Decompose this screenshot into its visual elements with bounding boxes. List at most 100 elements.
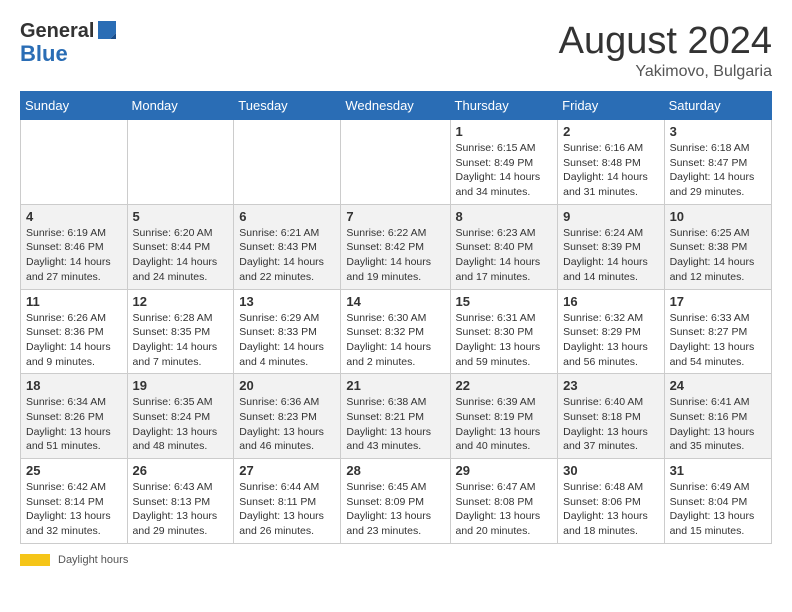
day-number: 9 — [563, 209, 658, 224]
daylight-label: Daylight hours — [58, 554, 128, 566]
day-info: Sunrise: 6:39 AMSunset: 8:19 PMDaylight:… — [456, 395, 553, 454]
day-number: 25 — [26, 463, 122, 478]
day-info: Sunrise: 6:44 AMSunset: 8:11 PMDaylight:… — [239, 480, 335, 539]
day-header-row: SundayMondayTuesdayWednesdayThursdayFrid… — [21, 92, 772, 120]
day-header-monday: Monday — [127, 92, 234, 120]
day-info: Sunrise: 6:32 AMSunset: 8:29 PMDaylight:… — [563, 311, 658, 370]
logo-row: General — [20, 20, 118, 43]
day-info: Sunrise: 6:15 AMSunset: 8:49 PMDaylight:… — [456, 141, 553, 200]
day-number: 15 — [456, 294, 553, 309]
calendar-cell — [127, 120, 234, 205]
day-number: 29 — [456, 463, 553, 478]
calendar-cell: 4Sunrise: 6:19 AMSunset: 8:46 PMDaylight… — [21, 204, 128, 289]
calendar-cell: 22 Sunrise: 6:39 AMSunset: 8:19 PMDayligh… — [450, 374, 558, 459]
calendar-cell: 31 Sunrise: 6:49 AMSunset: 8:04 PMDayligh… — [664, 459, 771, 544]
calendar-cell: 19Sunrise: 6:35 AMSunset: 8:24 PMDayligh… — [127, 374, 234, 459]
calendar-cell: 1Sunrise: 6:15 AMSunset: 8:49 PMDaylight… — [450, 120, 558, 205]
calendar-cell — [341, 120, 450, 205]
logo: General Blue — [20, 20, 118, 67]
day-info: Sunrise: 6:42 AMSunset: 8:14 PMDaylight:… — [26, 480, 122, 539]
calendar-cell: 6Sunrise: 6:21 AMSunset: 8:43 PMDaylight… — [234, 204, 341, 289]
calendar-cell: 8 Sunrise: 6:23 AMSunset: 8:40 PMDaylight… — [450, 204, 558, 289]
day-number: 17 — [670, 294, 766, 309]
calendar-cell: 12 Sunrise: 6:28 AMSunset: 8:35 PMDayligh… — [127, 289, 234, 374]
day-info: Sunrise: 6:21 AMSunset: 8:43 PMDaylight:… — [239, 226, 335, 285]
day-info: Sunrise: 6:16 AMSunset: 8:48 PMDaylight:… — [563, 141, 658, 200]
day-number: 21 — [346, 378, 444, 393]
day-info: Sunrise: 6:23 AMSunset: 8:40 PMDaylight:… — [456, 226, 553, 285]
calendar-cell: 14 Sunrise: 6:30 AMSunset: 8:32 PMDayligh… — [341, 289, 450, 374]
day-info: Sunrise: 6:43 AMSunset: 8:13 PMDaylight:… — [133, 480, 229, 539]
day-number: 4 — [26, 209, 122, 224]
calendar-cell: 2Sunrise: 6:16 AMSunset: 8:48 PMDaylight… — [558, 120, 664, 205]
day-info: Sunrise: 6:18 AMSunset: 8:47 PMDaylight:… — [670, 141, 766, 200]
calendar-cell: 28 Sunrise: 6:45 AMSunset: 8:09 PMDayligh… — [341, 459, 450, 544]
calendar-cell: 21Sunrise: 6:38 AMSunset: 8:21 PMDayligh… — [341, 374, 450, 459]
calendar-cell: 27Sunrise: 6:44 AMSunset: 8:11 PMDayligh… — [234, 459, 341, 544]
day-header-friday: Friday — [558, 92, 664, 120]
day-info: Sunrise: 6:45 AMSunset: 8:09 PMDaylight:… — [346, 480, 444, 539]
calendar-cell: 10Sunrise: 6:25 AMSunset: 8:38 PMDayligh… — [664, 204, 771, 289]
day-info: Sunrise: 6:24 AMSunset: 8:39 PMDaylight:… — [563, 226, 658, 285]
day-info: Sunrise: 6:30 AMSunset: 8:32 PMDaylight:… — [346, 311, 444, 370]
day-info: Sunrise: 6:41 AMSunset: 8:16 PMDaylight:… — [670, 395, 766, 454]
day-header-sunday: Sunday — [21, 92, 128, 120]
day-info: Sunrise: 6:29 AMSunset: 8:33 PMDaylight:… — [239, 311, 335, 370]
week-row-3: 18 Sunrise: 6:34 AMSunset: 8:26 PMDayligh… — [21, 374, 772, 459]
day-number: 24 — [670, 378, 766, 393]
day-header-wednesday: Wednesday — [341, 92, 450, 120]
day-header-saturday: Saturday — [664, 92, 771, 120]
logo-general-text: General — [20, 20, 94, 43]
calendar-cell: 18 Sunrise: 6:34 AMSunset: 8:26 PMDayligh… — [21, 374, 128, 459]
day-number: 31 — [670, 463, 766, 478]
day-number: 26 — [133, 463, 229, 478]
day-number: 30 — [563, 463, 658, 478]
calendar-cell: 24 Sunrise: 6:41 AMSunset: 8:16 PMDayligh… — [664, 374, 771, 459]
day-number: 8 — [456, 209, 553, 224]
calendar-cell: 16Sunrise: 6:32 AMSunset: 8:29 PMDayligh… — [558, 289, 664, 374]
daylight-bar-icon — [20, 554, 50, 566]
calendar-cell: 5 Sunrise: 6:20 AMSunset: 8:44 PMDaylight… — [127, 204, 234, 289]
calendar-cell: 11 Sunrise: 6:26 AMSunset: 8:36 PMDayligh… — [21, 289, 128, 374]
day-header-tuesday: Tuesday — [234, 92, 341, 120]
logo-icon — [96, 19, 118, 41]
day-info: Sunrise: 6:28 AMSunset: 8:35 PMDaylight:… — [133, 311, 229, 370]
day-info: Sunrise: 6:34 AMSunset: 8:26 PMDaylight:… — [26, 395, 122, 454]
day-info: Sunrise: 6:47 AMSunset: 8:08 PMDaylight:… — [456, 480, 553, 539]
day-number: 11 — [26, 294, 122, 309]
day-info: Sunrise: 6:26 AMSunset: 8:36 PMDaylight:… — [26, 311, 122, 370]
calendar-cell — [21, 120, 128, 205]
day-info: Sunrise: 6:33 AMSunset: 8:27 PMDaylight:… — [670, 311, 766, 370]
logo-blue-text: Blue — [20, 41, 68, 67]
day-number: 28 — [346, 463, 444, 478]
day-number: 22 — [456, 378, 553, 393]
day-number: 13 — [239, 294, 335, 309]
day-info: Sunrise: 6:35 AMSunset: 8:24 PMDaylight:… — [133, 395, 229, 454]
calendar-cell: 13 Sunrise: 6:29 AMSunset: 8:33 PMDayligh… — [234, 289, 341, 374]
calendar-cell: 26 Sunrise: 6:43 AMSunset: 8:13 PMDayligh… — [127, 459, 234, 544]
location-subtitle: Yakimovo, Bulgaria — [559, 63, 772, 81]
day-number: 12 — [133, 294, 229, 309]
day-number: 5 — [133, 209, 229, 224]
day-number: 20 — [239, 378, 335, 393]
day-info: Sunrise: 6:25 AMSunset: 8:38 PMDaylight:… — [670, 226, 766, 285]
calendar-cell: 25 Sunrise: 6:42 AMSunset: 8:14 PMDayligh… — [21, 459, 128, 544]
footer: Daylight hours — [20, 554, 772, 566]
day-header-thursday: Thursday — [450, 92, 558, 120]
day-info: Sunrise: 6:36 AMSunset: 8:23 PMDaylight:… — [239, 395, 335, 454]
calendar-cell — [234, 120, 341, 205]
day-info: Sunrise: 6:20 AMSunset: 8:44 PMDaylight:… — [133, 226, 229, 285]
day-number: 14 — [346, 294, 444, 309]
day-info: Sunrise: 6:48 AMSunset: 8:06 PMDaylight:… — [563, 480, 658, 539]
calendar-cell: 29 Sunrise: 6:47 AMSunset: 8:08 PMDayligh… — [450, 459, 558, 544]
day-info: Sunrise: 6:49 AMSunset: 8:04 PMDaylight:… — [670, 480, 766, 539]
month-year-title: August 2024 — [559, 20, 772, 63]
week-row-2: 11 Sunrise: 6:26 AMSunset: 8:36 PMDayligh… — [21, 289, 772, 374]
day-number: 18 — [26, 378, 122, 393]
day-info: Sunrise: 6:31 AMSunset: 8:30 PMDaylight:… — [456, 311, 553, 370]
day-number: 23 — [563, 378, 658, 393]
calendar-cell: 9 Sunrise: 6:24 AMSunset: 8:39 PMDaylight… — [558, 204, 664, 289]
week-row-1: 4Sunrise: 6:19 AMSunset: 8:46 PMDaylight… — [21, 204, 772, 289]
calendar-cell: 23Sunrise: 6:40 AMSunset: 8:18 PMDayligh… — [558, 374, 664, 459]
day-info: Sunrise: 6:22 AMSunset: 8:42 PMDaylight:… — [346, 226, 444, 285]
